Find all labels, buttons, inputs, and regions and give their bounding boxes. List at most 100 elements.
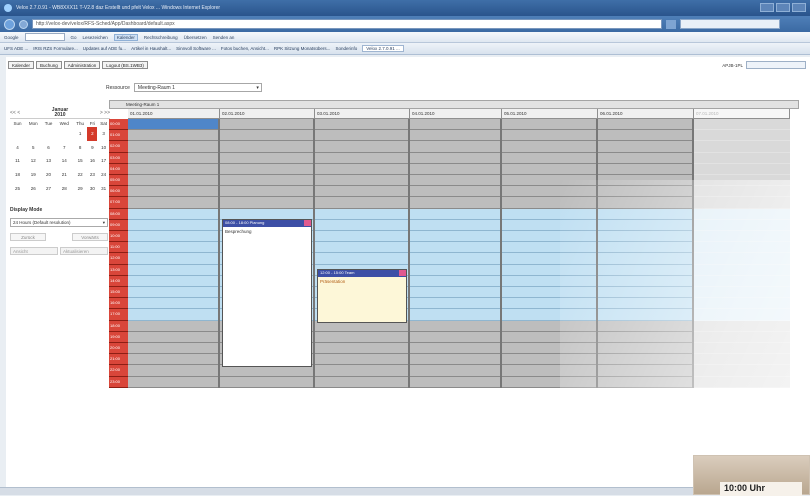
time-slot[interactable] (502, 365, 596, 377)
time-slot[interactable] (128, 309, 218, 321)
time-slot[interactable] (128, 130, 218, 142)
time-slot[interactable] (502, 130, 596, 142)
time-slot[interactable] (128, 141, 218, 153)
calendar-day[interactable]: 25 (10, 181, 25, 195)
time-slot[interactable] (410, 287, 500, 299)
calendar-day[interactable]: 11 (10, 154, 25, 168)
time-slot[interactable] (410, 242, 500, 254)
calendar-event[interactable]: 08:00 - 18:00 Planung Besprechung (222, 218, 312, 367)
time-slot[interactable] (502, 287, 596, 299)
favorite-link[interactable]: Updates auf ADE fu... (83, 46, 126, 51)
time-slot[interactable] (694, 376, 790, 388)
time-slot[interactable] (410, 253, 500, 265)
time-slot[interactable] (502, 298, 596, 310)
time-slot[interactable] (410, 119, 500, 131)
time-slot[interactable] (410, 365, 500, 377)
time-slot[interactable] (598, 119, 692, 131)
calendar-day[interactable]: 21 (56, 168, 73, 182)
calendar-day[interactable]: 5 (25, 141, 41, 155)
time-slot[interactable] (315, 163, 408, 175)
time-slot[interactable] (598, 275, 692, 287)
time-slot[interactable] (694, 253, 790, 265)
time-slot[interactable] (220, 365, 313, 377)
time-slot[interactable] (598, 298, 692, 310)
calendar-day[interactable]: 23 (87, 168, 97, 182)
time-slot[interactable] (694, 163, 790, 175)
time-slot[interactable] (598, 365, 692, 377)
time-slot[interactable] (694, 141, 790, 153)
time-slot[interactable] (694, 197, 790, 209)
time-slot[interactable] (220, 186, 313, 198)
calendar-day[interactable]: 8 (73, 141, 88, 155)
time-slot[interactable] (598, 197, 692, 209)
time-slot[interactable] (694, 354, 790, 366)
display-mode-select[interactable]: 24 Hours (Default resolution) ▾ (10, 218, 108, 227)
time-slot[interactable] (502, 264, 596, 276)
time-slot[interactable] (598, 141, 692, 153)
time-slot[interactable] (128, 186, 218, 198)
time-slot[interactable] (315, 186, 408, 198)
time-slot[interactable] (128, 119, 218, 131)
time-slot[interactable] (694, 298, 790, 310)
time-slot[interactable] (694, 320, 790, 332)
time-slot[interactable] (315, 130, 408, 142)
time-slot[interactable] (128, 163, 218, 175)
time-slot[interactable] (410, 130, 500, 142)
time-slot[interactable] (694, 264, 790, 276)
time-slot[interactable] (502, 231, 596, 243)
time-slot[interactable] (502, 275, 596, 287)
calendar-day[interactable]: 12 (25, 154, 41, 168)
time-slot[interactable] (315, 152, 408, 164)
time-slot[interactable] (502, 175, 596, 187)
time-slot[interactable] (694, 331, 790, 343)
time-slot[interactable] (410, 309, 500, 321)
calendar-day[interactable]: 19 (25, 168, 41, 182)
time-slot[interactable] (694, 152, 790, 164)
time-slot[interactable] (128, 287, 218, 299)
time-slot[interactable] (598, 264, 692, 276)
calendar-day[interactable]: 22 (73, 168, 88, 182)
time-slot[interactable] (598, 331, 692, 343)
time-slot[interactable] (694, 275, 790, 287)
calendar-day[interactable]: 28 (56, 181, 73, 195)
browser-tab-active[interactable]: Velox 2.7.0.91 ... (362, 45, 404, 52)
favorite-link[interactable]: RPK Sitzung Monatsübers... (274, 46, 331, 51)
time-slot[interactable] (128, 298, 218, 310)
back-button[interactable] (4, 18, 15, 30)
time-slot[interactable] (410, 354, 500, 366)
favorite-link[interactable]: Artikel in Haushalt... (131, 46, 171, 51)
time-slot[interactable] (128, 242, 218, 254)
time-slot[interactable] (694, 287, 790, 299)
time-slot[interactable] (315, 354, 408, 366)
time-slot[interactable] (410, 343, 500, 355)
tab-buchung[interactable]: Buchung (36, 61, 62, 69)
time-slot[interactable] (315, 253, 408, 265)
time-slot[interactable] (128, 275, 218, 287)
calendar-event[interactable]: 12:00 - 15:00 Team Präsentation (317, 269, 407, 323)
time-slot[interactable] (315, 175, 408, 187)
time-slot[interactable] (410, 208, 500, 220)
time-slot[interactable] (315, 343, 408, 355)
time-slot[interactable] (128, 376, 218, 388)
toolbar-bookmarks[interactable]: Lesezeichen (83, 35, 108, 40)
google-search-input[interactable] (24, 33, 65, 41)
time-slot[interactable] (694, 186, 790, 198)
time-slot[interactable] (694, 365, 790, 377)
time-slot[interactable] (410, 197, 500, 209)
time-slot[interactable] (128, 208, 218, 220)
time-slot[interactable] (598, 152, 692, 164)
time-slot[interactable] (128, 231, 218, 243)
favorite-link[interactable]: Sinnvoll Software ... (176, 46, 216, 51)
time-slot[interactable] (128, 320, 218, 332)
forward-button[interactable] (19, 19, 28, 29)
time-slot[interactable] (128, 264, 218, 276)
calendar-day[interactable]: 13 (41, 154, 55, 168)
refresh-icon[interactable] (666, 19, 676, 29)
tab-administration[interactable]: Administration (63, 61, 101, 69)
maximize-button[interactable] (776, 3, 790, 12)
time-slot[interactable] (502, 331, 596, 343)
time-slot[interactable] (128, 365, 218, 377)
time-slot[interactable] (410, 376, 500, 388)
toolbar-send[interactable]: Senden an (213, 35, 235, 40)
time-slot[interactable] (598, 130, 692, 142)
